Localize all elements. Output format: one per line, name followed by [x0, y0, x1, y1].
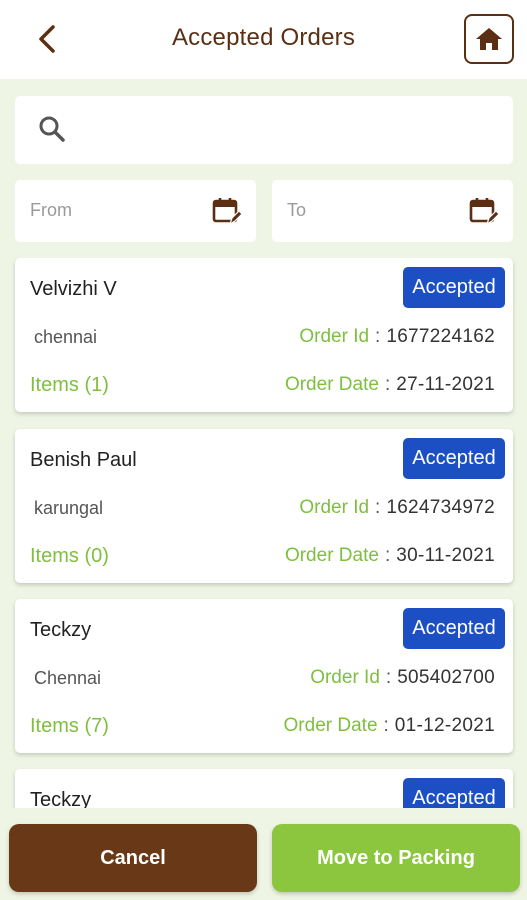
customer-city: karungal — [34, 498, 104, 518]
items-link[interactable]: Items (1) — [30, 374, 109, 397]
order-id-value: 1624734972 — [386, 497, 495, 518]
separator: : — [384, 545, 391, 566]
separator: : — [383, 715, 389, 736]
status-badge: Accepted — [403, 778, 505, 808]
order-card[interactable]: Teckzy Accepted Chennai Order Id:5054027… — [15, 599, 513, 753]
to-date-placeholder: To — [287, 200, 307, 220]
separator: : — [385, 667, 392, 688]
order-date-label: Order Date — [283, 715, 378, 736]
to-date-field[interactable]: To — [272, 180, 513, 242]
cancel-button[interactable]: Cancel — [9, 824, 257, 892]
customer-name: Teckzy — [30, 789, 92, 808]
search-box — [15, 96, 513, 164]
home-button[interactable] — [464, 14, 514, 64]
search-icon — [39, 116, 65, 142]
order-id-label: Order Id — [299, 326, 370, 347]
order-date-label: Order Date — [284, 545, 379, 566]
order-id-row: Order Id:1677224162 — [299, 326, 495, 348]
order-id-label: Order Id — [299, 497, 370, 518]
page-title: Accepted Orders — [171, 24, 356, 51]
order-date-value: 01-12-2021 — [394, 715, 495, 736]
separator: : — [375, 497, 381, 518]
from-date-field[interactable]: From — [15, 180, 256, 242]
items-link[interactable]: Items (0) — [30, 545, 109, 568]
separator: : — [384, 374, 391, 395]
app-header: Accepted Orders — [0, 0, 527, 79]
order-card[interactable]: Teckzy Accepted — [15, 769, 513, 808]
customer-name: Benish Paul — [30, 449, 137, 471]
order-list[interactable]: Velvizhi V Accepted chennai Order Id:167… — [0, 258, 527, 808]
search-input[interactable] — [81, 106, 501, 154]
customer-name: Velvizhi V — [30, 278, 117, 300]
calendar-edit-icon[interactable] — [468, 196, 500, 228]
status-badge: Accepted — [403, 438, 505, 479]
order-id-value: 505402700 — [397, 667, 495, 688]
from-date-placeholder: From — [30, 200, 72, 220]
order-id-row: Order Id:505402700 — [310, 667, 495, 689]
status-badge: Accepted — [403, 267, 505, 308]
order-card[interactable]: Benish Paul Accepted karungal Order Id:1… — [15, 429, 513, 583]
order-date-value: 30-11-2021 — [396, 545, 495, 566]
order-id-row: Order Id:1624734972 — [299, 497, 495, 519]
separator: : — [375, 326, 381, 347]
customer-city: Chennai — [34, 668, 102, 688]
order-date-row: Order Date:27-11-2021 — [285, 374, 495, 396]
customer-name: Teckzy — [30, 619, 92, 641]
order-date-row: Order Date:01-12-2021 — [284, 715, 495, 737]
customer-city: chennai — [34, 327, 98, 347]
status-badge: Accepted — [403, 608, 505, 649]
order-date-row: Order Date:30-11-2021 — [285, 545, 495, 567]
move-to-packing-button[interactable]: Move to Packing — [272, 824, 520, 892]
items-link[interactable]: Items (7) — [30, 715, 109, 738]
order-date-value: 27-11-2021 — [396, 374, 495, 395]
order-id-label: Order Id — [310, 667, 380, 688]
order-id-value: 1677224162 — [386, 326, 495, 347]
calendar-edit-icon[interactable] — [211, 196, 243, 228]
order-date-label: Order Date — [284, 374, 379, 395]
order-card[interactable]: Velvizhi V Accepted chennai Order Id:167… — [15, 258, 513, 412]
home-icon — [476, 28, 502, 50]
